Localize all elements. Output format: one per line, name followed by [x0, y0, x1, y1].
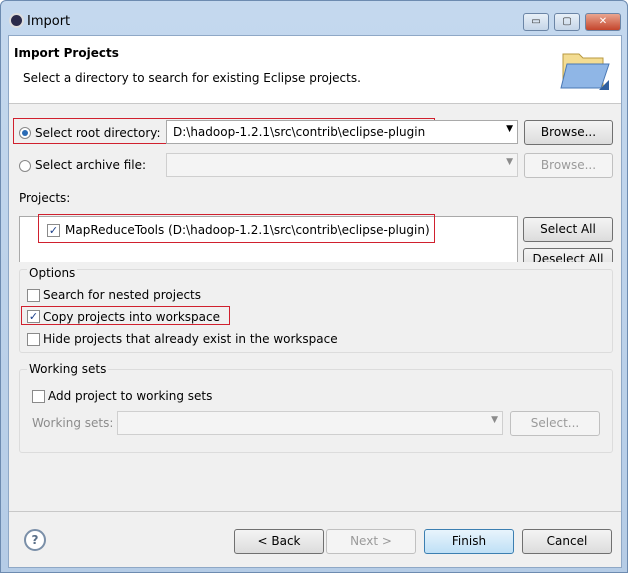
folder-open-icon: [560, 53, 610, 90]
root-directory-combo[interactable]: D:\hadoop-1.2.1\src\contrib\eclipse-plug…: [166, 120, 518, 144]
options-label: Options: [27, 266, 78, 280]
nested-projects-label: Search for nested projects: [43, 288, 202, 302]
working-sets-label: Working sets: [27, 362, 109, 376]
next-button[interactable]: Next >: [326, 529, 416, 554]
maximize-button[interactable]: ▢: [554, 13, 580, 31]
add-working-sets-checkbox[interactable]: [32, 390, 45, 403]
archive-file-combo[interactable]: ▼: [166, 153, 518, 177]
page-description: Select a directory to search for existin…: [23, 71, 361, 85]
root-directory-label: Select root directory:: [35, 126, 161, 140]
chevron-down-icon[interactable]: ▼: [506, 157, 513, 167]
import-dialog: Import ▭ ▢ ✕ Import Projects Select a di…: [0, 0, 628, 573]
window-title: Import: [27, 14, 71, 29]
hide-existing-checkbox[interactable]: [27, 333, 40, 346]
copy-projects-checkbox[interactable]: ✓: [27, 310, 40, 323]
close-button[interactable]: ✕: [585, 13, 621, 31]
eclipse-icon: [9, 13, 24, 28]
wizard-header: Import Projects Select a directory to se…: [9, 36, 621, 104]
select-working-sets-button[interactable]: Select...: [510, 411, 600, 436]
chevron-down-icon[interactable]: ▼: [506, 124, 513, 134]
cancel-button[interactable]: Cancel: [522, 529, 612, 554]
footer-divider: [9, 511, 621, 512]
chevron-down-icon[interactable]: ▼: [491, 415, 498, 425]
help-icon[interactable]: ?: [24, 529, 46, 551]
finish-button[interactable]: Finish: [424, 529, 514, 554]
archive-file-label: Select archive file:: [35, 158, 147, 172]
copy-projects-label: Copy projects into workspace: [43, 310, 221, 324]
projects-label: Projects:: [19, 191, 71, 205]
project-checkbox[interactable]: ✓: [47, 224, 60, 237]
project-label: MapReduceTools (D:\hadoop-1.2.1\src\cont…: [65, 223, 430, 237]
dialog-content: Import Projects Select a directory to se…: [8, 35, 622, 568]
back-button[interactable]: < Back: [234, 529, 324, 554]
working-sets-field-label: Working sets:: [32, 416, 114, 430]
deselect-all-button[interactable]: Deselect All: [523, 248, 613, 262]
root-directory-value: D:\hadoop-1.2.1\src\contrib\eclipse-plug…: [173, 125, 426, 139]
projects-list[interactable]: ✓ MapReduceTools (D:\hadoop-1.2.1\src\co…: [19, 214, 518, 262]
select-all-button[interactable]: Select All: [523, 217, 613, 242]
minimize-button[interactable]: ▭: [523, 13, 549, 31]
add-working-sets-label: Add project to working sets: [48, 389, 213, 403]
page-title: Import Projects: [14, 46, 119, 60]
root-directory-radio[interactable]: [19, 127, 31, 139]
archive-file-radio[interactable]: [19, 160, 31, 172]
hide-existing-label: Hide projects that already exist in the …: [43, 332, 338, 346]
working-sets-combo[interactable]: ▼: [117, 411, 503, 435]
browse-directory-button[interactable]: Browse...: [524, 120, 613, 145]
browse-archive-button[interactable]: Browse...: [524, 153, 613, 178]
nested-projects-checkbox[interactable]: [27, 289, 40, 302]
